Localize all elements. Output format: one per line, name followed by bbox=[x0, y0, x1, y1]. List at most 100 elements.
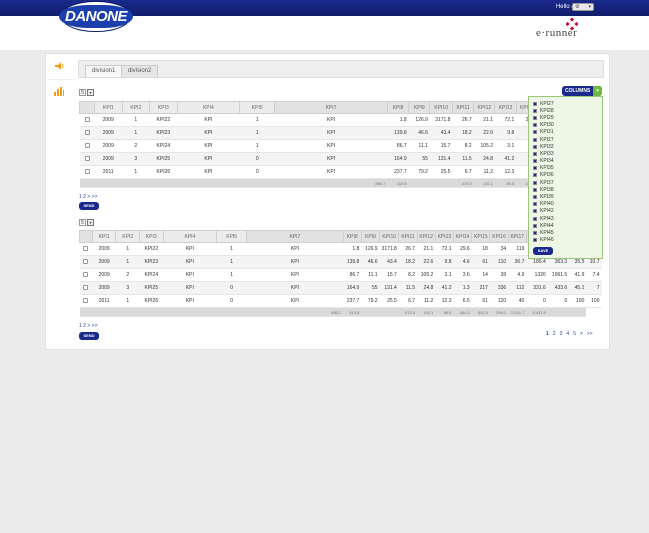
column-header[interactable]: KPI10 bbox=[379, 230, 400, 243]
table-row[interactable]: 2011 1 KPI26 KPI 0 KPI 237.7 79.2 25.5 6.7 11.2 12.… bbox=[79, 165, 602, 179]
row-checkbox-cell[interactable] bbox=[79, 294, 93, 308]
chevron-down-icon[interactable]: ▾ bbox=[87, 88, 94, 96]
column-checkbox[interactable] bbox=[533, 230, 537, 235]
column-toggle[interactable]: KPI27 bbox=[533, 136, 598, 143]
column-toggle[interactable]: KPI35 bbox=[533, 165, 598, 172]
column-header[interactable]: KPI12 bbox=[416, 230, 436, 243]
row-checkbox-cell[interactable] bbox=[79, 126, 95, 140]
column-checkbox[interactable] bbox=[533, 108, 537, 113]
row-checkbox-cell[interactable] bbox=[79, 113, 95, 127]
row-checkbox[interactable] bbox=[83, 258, 89, 264]
column-checkbox[interactable] bbox=[533, 137, 537, 142]
column-header[interactable]: KPI8 bbox=[342, 230, 362, 243]
table-row[interactable]: 2011 1 KPI26 KPI 0 KPI 237.7 79.2 25.5 6.7 11.2 12.… bbox=[79, 294, 602, 308]
page-size-value[interactable]: 5 bbox=[79, 88, 86, 96]
grid1-send-button[interactable]: SEND bbox=[79, 202, 99, 210]
column-checkbox[interactable] bbox=[533, 173, 537, 178]
page-size-value[interactable]: 5 bbox=[79, 218, 86, 226]
column-header[interactable]: KPI8 bbox=[386, 101, 410, 114]
column-header[interactable]: KPI12 bbox=[473, 101, 496, 114]
settings-dropdown[interactable]: ⚙ ▾ bbox=[572, 3, 594, 11]
column-header[interactable] bbox=[78, 101, 96, 114]
column-header[interactable]: KPI13 bbox=[494, 101, 517, 114]
row-checkbox-cell[interactable] bbox=[79, 255, 93, 269]
page-link[interactable]: > bbox=[580, 331, 583, 337]
column-header[interactable]: KPI2 bbox=[121, 101, 151, 114]
row-checkbox-cell[interactable] bbox=[79, 242, 93, 256]
column-toggle[interactable]: KPI32 bbox=[533, 143, 598, 150]
column-checkbox[interactable] bbox=[533, 130, 537, 135]
column-checkbox[interactable] bbox=[533, 238, 537, 243]
column-header[interactable]: KPI14 bbox=[452, 230, 473, 243]
page-link[interactable]: 2 bbox=[553, 331, 556, 337]
column-toggle[interactable]: KPI43 bbox=[533, 215, 598, 222]
row-checkbox-cell[interactable] bbox=[79, 152, 95, 166]
column-header[interactable]: KPI15 bbox=[471, 230, 491, 243]
column-toggle[interactable]: KPI33 bbox=[533, 150, 598, 157]
column-checkbox[interactable] bbox=[533, 144, 537, 149]
column-checkbox[interactable] bbox=[533, 187, 537, 192]
row-checkbox[interactable] bbox=[84, 129, 90, 135]
column-toggle[interactable]: KPI38 bbox=[533, 186, 598, 193]
row-checkbox-cell[interactable] bbox=[79, 281, 93, 295]
grid1-pager[interactable]: 1 2 > >> bbox=[79, 194, 98, 200]
grid2-page-size[interactable]: 5 ▾ bbox=[79, 218, 94, 226]
column-header[interactable]: KPI7 bbox=[274, 101, 388, 114]
column-header[interactable]: KPI11 bbox=[451, 101, 475, 114]
column-header[interactable]: KPI13 bbox=[434, 230, 455, 243]
column-checkbox[interactable] bbox=[533, 209, 537, 214]
page-link[interactable]: 1 bbox=[546, 331, 549, 337]
column-header[interactable]: KPI10 bbox=[429, 101, 453, 114]
column-toggle[interactable]: KPI44 bbox=[533, 222, 598, 229]
row-checkbox[interactable] bbox=[84, 155, 90, 161]
column-toggle[interactable]: KPI29 bbox=[533, 114, 598, 121]
column-toggle[interactable]: KPI37 bbox=[533, 179, 598, 186]
row-checkbox[interactable] bbox=[83, 284, 89, 290]
announcement-icon[interactable] bbox=[52, 60, 66, 72]
column-toggle[interactable]: KPI27 bbox=[533, 100, 598, 107]
column-toggle[interactable]: KPI45 bbox=[533, 229, 598, 236]
table-row[interactable]: 2009 3 KPI25 KPI 0 KPI 164.9 55 131.4 11.5 24.8 41.… bbox=[79, 152, 602, 166]
table-row[interactable]: 2009 1 KPI23 KPI 1 KPI 139.8 46.6 43.4 18.2 22.6 9.… bbox=[79, 255, 602, 269]
column-toggle[interactable]: KPI30 bbox=[533, 122, 598, 129]
table-row[interactable]: 2009 1 KPI22 KPI 1 KPI 1.8 126.9 3171.8 26.7 21.1 7… bbox=[79, 113, 602, 127]
row-checkbox-cell[interactable] bbox=[79, 139, 95, 153]
row-checkbox[interactable] bbox=[83, 297, 89, 303]
column-checkbox[interactable] bbox=[533, 223, 537, 228]
column-checkbox[interactable] bbox=[533, 166, 537, 171]
page-link[interactable]: 5 bbox=[573, 331, 576, 337]
row-checkbox[interactable] bbox=[84, 168, 90, 174]
column-header[interactable]: KPI3 bbox=[149, 101, 178, 114]
row-checkbox-cell[interactable] bbox=[79, 268, 93, 282]
column-checkbox[interactable] bbox=[533, 101, 537, 106]
table-row[interactable]: 2009 2 KPI24 KPI 1 KPI 86.7 11.1 15.7 8.2 105.2 3.1… bbox=[79, 139, 602, 153]
column-toggle[interactable]: KPI36 bbox=[533, 172, 598, 179]
tab-division1[interactable]: division1 bbox=[85, 65, 123, 77]
column-toggle[interactable]: KPI39 bbox=[533, 193, 598, 200]
column-checkbox[interactable] bbox=[533, 123, 537, 128]
save-columns-button[interactable]: SAVE bbox=[533, 246, 553, 255]
column-header[interactable]: KPI5 bbox=[216, 230, 248, 243]
columns-button[interactable]: COLUMNS ▾ bbox=[562, 86, 602, 96]
row-checkbox[interactable] bbox=[84, 116, 90, 122]
grid1-page-size[interactable]: 5 ▾ bbox=[79, 88, 94, 96]
column-toggle[interactable]: KPI46 bbox=[533, 237, 598, 244]
row-checkbox[interactable] bbox=[84, 142, 90, 148]
column-header[interactable]: KPI9 bbox=[360, 230, 381, 243]
page-link[interactable]: 3 bbox=[560, 331, 563, 337]
table-row[interactable]: 2009 3 KPI25 KPI 0 KPI 164.9 55 131.4 11.5 24.8 41.… bbox=[79, 281, 602, 295]
row-checkbox-cell[interactable] bbox=[79, 165, 95, 179]
column-toggle[interactable]: KPI40 bbox=[533, 201, 598, 208]
column-header[interactable]: KPI2 bbox=[115, 230, 141, 243]
row-checkbox[interactable] bbox=[83, 271, 89, 277]
column-toggle[interactable]: KPI34 bbox=[533, 158, 598, 165]
column-checkbox[interactable] bbox=[533, 151, 537, 156]
column-checkbox[interactable] bbox=[533, 180, 537, 185]
column-header[interactable]: KPI17 bbox=[507, 230, 527, 243]
table-row[interactable]: 2009 1 KPI22 KPI 1 KPI 1.8 126.9 3171.8 26.7 21.1 7… bbox=[79, 242, 602, 256]
row-checkbox[interactable] bbox=[83, 245, 89, 251]
column-header[interactable]: KPI3 bbox=[139, 230, 164, 243]
column-checkbox[interactable] bbox=[533, 159, 537, 164]
tab-division2[interactable]: division2 bbox=[121, 65, 159, 77]
grid2-pager[interactable]: 1 2 > >> bbox=[79, 323, 98, 329]
